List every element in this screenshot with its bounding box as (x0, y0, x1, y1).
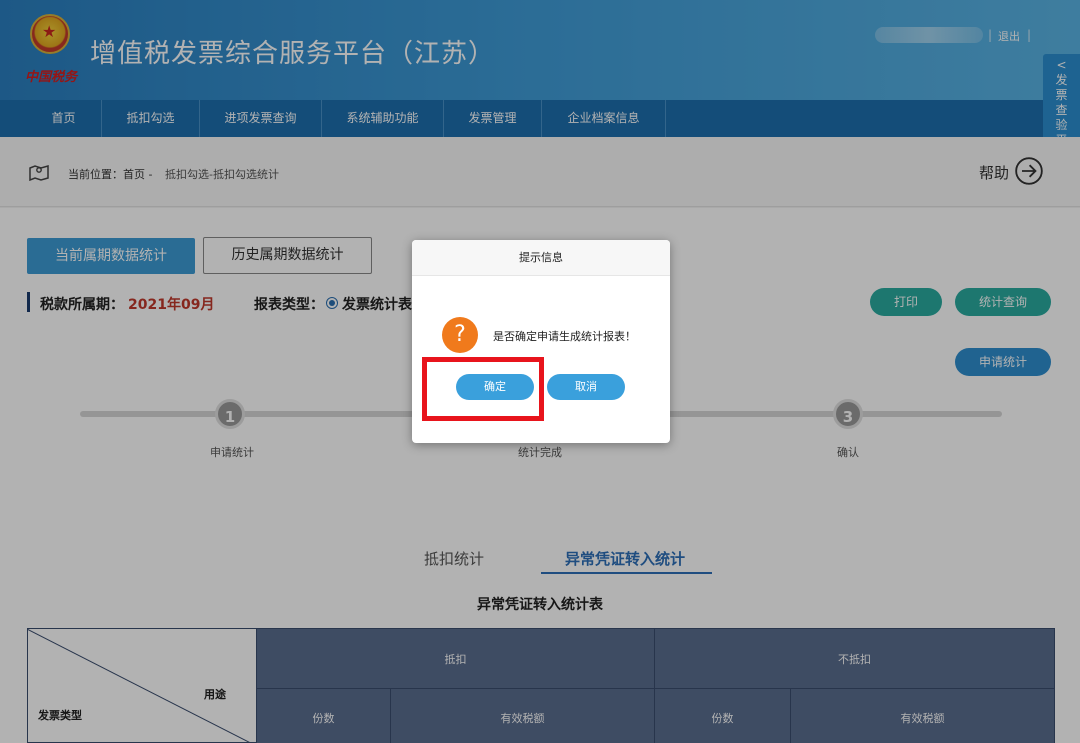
cancel-button[interactable]: 取消 (547, 374, 625, 400)
dialog-message: 是否确定申请生成统计报表！ (493, 330, 636, 343)
dialog-title: 提示信息 (412, 240, 670, 276)
question-icon: ? (442, 317, 478, 353)
highlight-box (422, 357, 544, 421)
